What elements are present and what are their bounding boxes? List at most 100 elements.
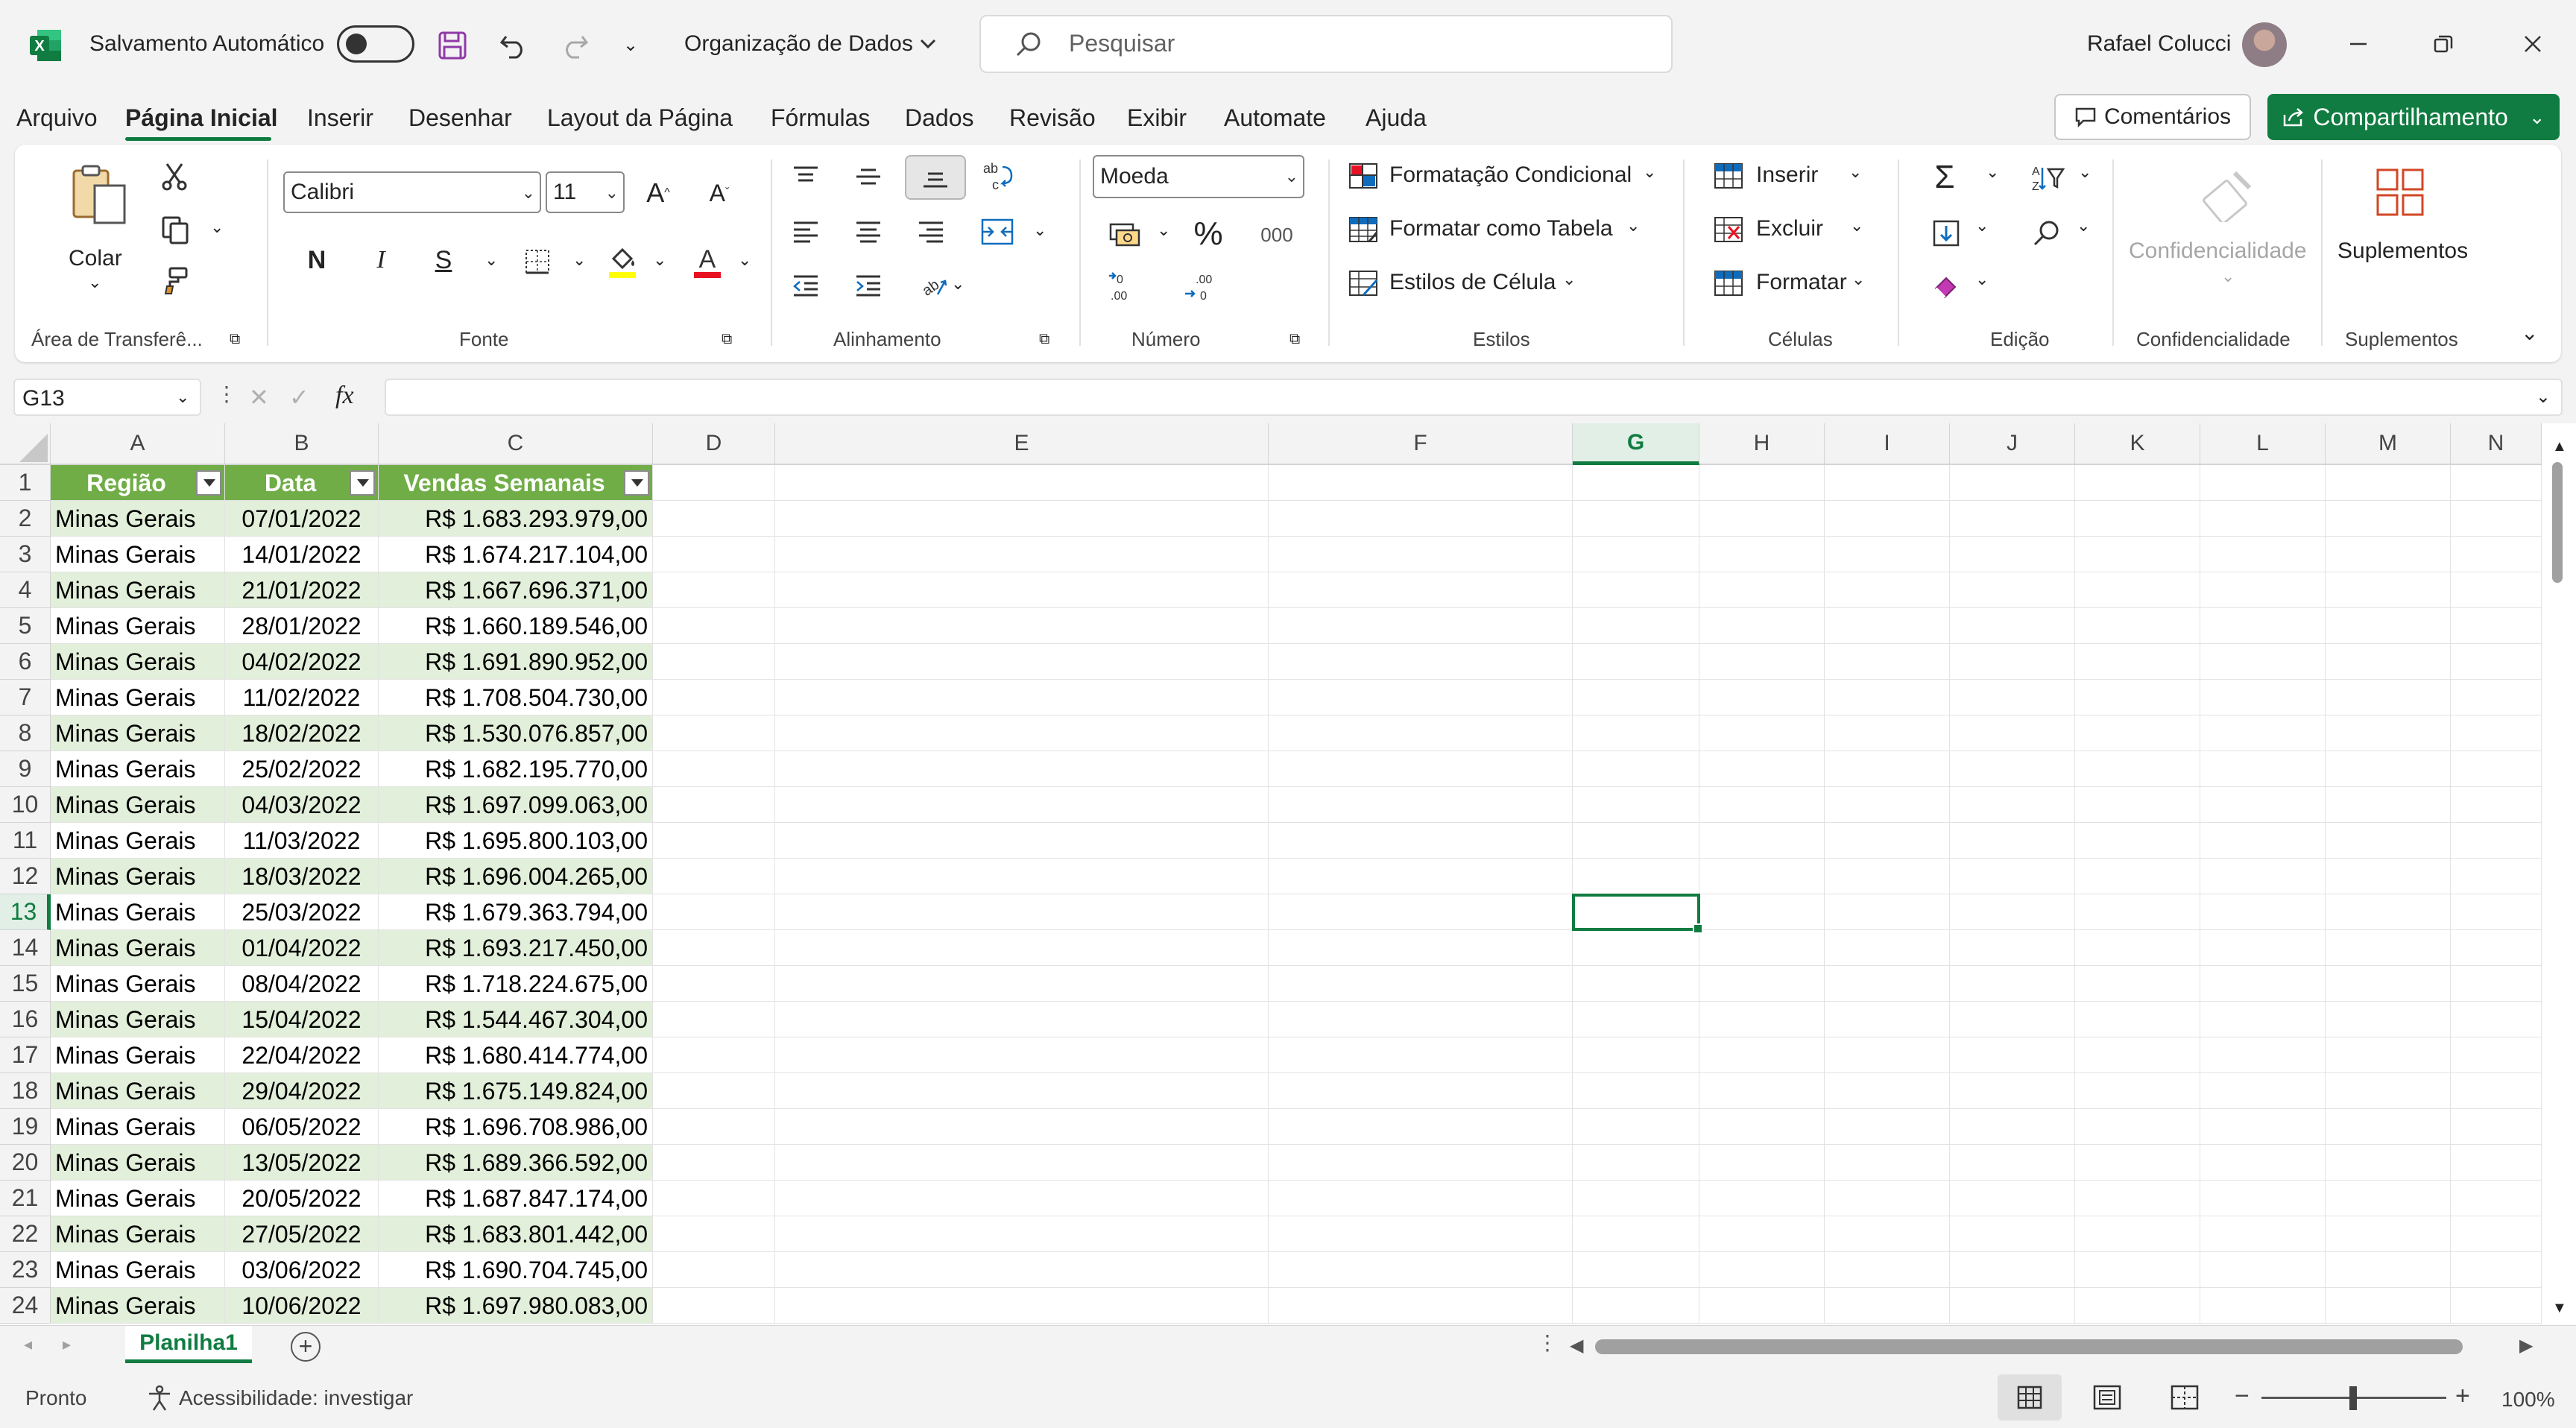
cell[interactable] [2075, 894, 2200, 930]
undo-icon[interactable] [495, 27, 532, 64]
merge-dropdown-icon[interactable]: ⌄ [1033, 221, 1046, 240]
table-cell[interactable]: 10/06/2022 [225, 1288, 379, 1324]
cell[interactable] [1950, 1252, 2075, 1288]
zoom-out-icon[interactable]: − [2235, 1382, 2250, 1411]
addins-label[interactable]: Suplementos [2337, 238, 2468, 264]
cell[interactable] [2075, 537, 2200, 572]
cell[interactable] [1825, 1073, 1950, 1109]
column-header-g[interactable]: G [1573, 423, 1699, 465]
table-cell[interactable]: R$ 1.683.801.442,00 [379, 1216, 653, 1252]
cell[interactable] [2326, 1073, 2451, 1109]
cell[interactable] [2326, 1145, 2451, 1181]
close-icon[interactable] [2512, 25, 2554, 63]
italic-button[interactable]: I [362, 241, 400, 279]
customize-toolbar-icon[interactable]: ⌄ [616, 30, 645, 60]
cell[interactable] [1699, 1073, 1825, 1109]
table-header-cell[interactable]: Vendas Semanais [379, 465, 653, 501]
cell[interactable] [1825, 501, 1950, 537]
cell[interactable] [2075, 1145, 2200, 1181]
cell-styles-dropdown-icon[interactable]: ⌄ [1562, 270, 1576, 289]
font-launcher-icon[interactable]: ⧉ [722, 331, 732, 348]
cell[interactable] [2451, 537, 2542, 572]
number-format-dropdown[interactable]: Moeda ⌄ [1093, 155, 1304, 198]
accounting-dropdown-icon[interactable]: ⌄ [1157, 221, 1170, 240]
cell[interactable] [775, 572, 1269, 608]
cell[interactable] [775, 680, 1269, 715]
document-name[interactable]: Organização de Dados [684, 31, 913, 57]
column-header-c[interactable]: C [379, 423, 653, 465]
table-cell[interactable]: 29/04/2022 [225, 1073, 379, 1109]
cell[interactable] [2326, 751, 2451, 787]
row-header[interactable]: 24 [0, 1288, 51, 1324]
cell[interactable] [775, 751, 1269, 787]
tab-ajuda[interactable]: Ajuda [1366, 104, 1427, 132]
redo-icon[interactable] [556, 27, 593, 64]
table-cell[interactable]: R$ 1.718.224.675,00 [379, 966, 653, 1002]
table-cell[interactable]: Minas Gerais [51, 1252, 225, 1288]
table-cell[interactable]: Minas Gerais [51, 966, 225, 1002]
cell[interactable] [1573, 537, 1699, 572]
table-cell[interactable]: 14/01/2022 [225, 537, 379, 572]
cell[interactable] [2075, 501, 2200, 537]
cell[interactable] [1269, 787, 1573, 823]
autosum-dropdown-icon[interactable]: ⌄ [1986, 162, 1999, 182]
cell[interactable] [1699, 751, 1825, 787]
cell[interactable] [775, 1181, 1269, 1216]
cell[interactable] [1269, 1037, 1573, 1073]
tab-desenhar[interactable]: Desenhar [408, 104, 512, 132]
cell[interactable] [2075, 680, 2200, 715]
cell[interactable] [2200, 608, 2326, 644]
cell[interactable] [2200, 644, 2326, 680]
cell[interactable] [1825, 608, 1950, 644]
cell[interactable] [2451, 1216, 2542, 1252]
cell[interactable] [1950, 501, 2075, 537]
cell[interactable] [653, 1073, 775, 1109]
cell[interactable] [1825, 644, 1950, 680]
cell[interactable] [653, 644, 775, 680]
insert-cells-label[interactable]: Inserir [1756, 162, 1818, 188]
cell[interactable] [1825, 1145, 1950, 1181]
cell[interactable] [2451, 501, 2542, 537]
delete-cells-icon[interactable] [1711, 213, 1746, 246]
cell[interactable] [2326, 1288, 2451, 1324]
conditional-dropdown-icon[interactable]: ⌄ [1643, 162, 1656, 182]
font-size-dropdown[interactable]: 11 ⌄ [546, 171, 625, 213]
format-as-table-dropdown-icon[interactable]: ⌄ [1626, 216, 1640, 236]
cell[interactable] [2326, 680, 2451, 715]
cell[interactable] [2075, 1002, 2200, 1037]
table-cell[interactable]: 03/06/2022 [225, 1252, 379, 1288]
table-cell[interactable]: R$ 1.679.363.794,00 [379, 894, 653, 930]
cell[interactable] [775, 537, 1269, 572]
cell[interactable] [2200, 1216, 2326, 1252]
cell[interactable] [2200, 1252, 2326, 1288]
row-header[interactable]: 21 [0, 1181, 51, 1216]
cell[interactable] [1699, 930, 1825, 966]
table-cell[interactable]: 13/05/2022 [225, 1145, 379, 1181]
cell[interactable] [2075, 1288, 2200, 1324]
borders-icon[interactable] [520, 244, 555, 279]
cell[interactable] [1950, 1288, 2075, 1324]
cell[interactable] [2075, 1181, 2200, 1216]
cell[interactable] [1950, 680, 2075, 715]
tab-layout-da-pagina[interactable]: Layout da Página [547, 104, 733, 132]
cell[interactable] [2075, 1109, 2200, 1145]
cell[interactable] [1699, 644, 1825, 680]
table-cell[interactable]: R$ 1.683.293.979,00 [379, 501, 653, 537]
cell[interactable] [2075, 608, 2200, 644]
column-header-d[interactable]: D [653, 423, 775, 465]
cell[interactable] [1950, 787, 2075, 823]
cell[interactable] [2200, 715, 2326, 751]
cell[interactable] [1269, 1216, 1573, 1252]
accounting-format-icon[interactable] [1105, 216, 1145, 250]
cell[interactable] [2075, 1073, 2200, 1109]
conditional-formatting-icon[interactable] [1346, 159, 1380, 192]
cell[interactable] [653, 537, 775, 572]
cell[interactable] [2451, 465, 2542, 501]
cell[interactable] [1573, 930, 1699, 966]
cell[interactable] [653, 751, 775, 787]
cell[interactable] [1950, 572, 2075, 608]
more-options-icon[interactable]: ⋮ [216, 382, 237, 406]
sort-dropdown-icon[interactable]: ⌄ [2078, 162, 2092, 182]
cell[interactable] [1269, 859, 1573, 894]
cell[interactable] [775, 1002, 1269, 1037]
